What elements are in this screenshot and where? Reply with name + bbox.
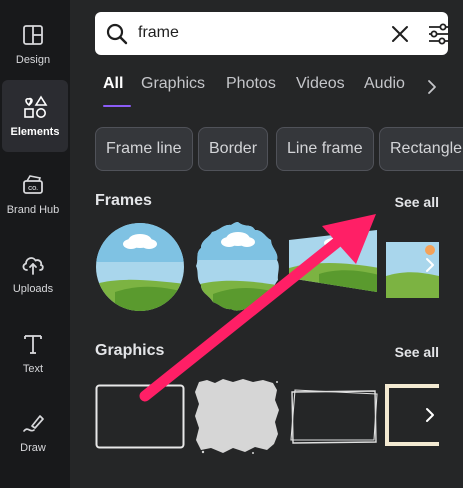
frames-section-title: Frames bbox=[95, 192, 152, 209]
search-icon bbox=[105, 22, 129, 46]
left-rail: Design Elements CO. Brand Hub Uploads Te… bbox=[0, 0, 70, 488]
text-icon bbox=[20, 331, 46, 357]
frames-scroll-right[interactable] bbox=[417, 254, 439, 280]
tab-photos[interactable]: Photos bbox=[226, 75, 276, 93]
frames-row bbox=[95, 222, 439, 312]
frame-scalloped-thumb[interactable] bbox=[193, 222, 283, 312]
tab-graphics[interactable]: Graphics bbox=[141, 75, 205, 93]
chevron-right-icon bbox=[424, 406, 436, 429]
tab-bar: All Graphics Photos Videos Audio bbox=[103, 75, 443, 99]
frame-circle-thumb[interactable] bbox=[95, 222, 185, 312]
chip-frame-line[interactable]: Frame line bbox=[95, 127, 193, 171]
rail-item-label: Uploads bbox=[12, 283, 54, 295]
rail-item-label: Brand Hub bbox=[6, 204, 60, 216]
chip-rectangle[interactable]: Rectangle bbox=[379, 127, 463, 171]
sketch-frame-graphic[interactable] bbox=[289, 388, 379, 446]
search-input[interactable] bbox=[138, 20, 358, 46]
close-icon[interactable] bbox=[391, 25, 409, 43]
rail-item-label: Text bbox=[22, 363, 44, 375]
rail-item-text[interactable]: Text bbox=[0, 317, 66, 389]
graphics-row bbox=[95, 378, 439, 458]
svg-text:CO.: CO. bbox=[28, 186, 38, 192]
rail-item-label: Elements bbox=[10, 126, 60, 138]
filter-sliders-icon[interactable] bbox=[428, 23, 450, 45]
rail-item-draw[interactable]: Draw bbox=[0, 396, 66, 468]
frames-see-all-link[interactable]: See all bbox=[395, 194, 439, 210]
chip-border[interactable]: Border bbox=[198, 127, 269, 171]
elements-panel: All Graphics Photos Videos Audio Frame l… bbox=[70, 0, 463, 488]
rectangle-outline-graphic[interactable] bbox=[95, 384, 185, 450]
chevron-right-icon bbox=[424, 256, 436, 279]
grunge-rectangle-graphic[interactable] bbox=[193, 378, 281, 456]
layout-icon bbox=[20, 22, 46, 48]
search-bar bbox=[95, 12, 450, 55]
rail-item-label: Design bbox=[15, 54, 51, 66]
graphics-scroll-right[interactable] bbox=[417, 404, 439, 430]
tab-audio[interactable]: Audio bbox=[364, 75, 405, 93]
rail-item-label: Draw bbox=[20, 442, 46, 454]
tab-videos[interactable]: Videos bbox=[296, 75, 345, 93]
tab-all[interactable]: All bbox=[103, 75, 123, 93]
active-tab-indicator bbox=[103, 105, 131, 107]
rail-item-brand-hub[interactable]: CO. Brand Hub bbox=[0, 158, 66, 230]
brand-hub-icon: CO. bbox=[20, 172, 46, 198]
rail-item-elements[interactable]: Elements bbox=[2, 80, 68, 152]
graphics-see-all-link[interactable]: See all bbox=[395, 344, 439, 360]
rail-item-design[interactable]: Design bbox=[0, 8, 66, 80]
suggestion-chips: Frame line Border Line frame Rectangle bbox=[95, 127, 463, 171]
frame-skewed-thumb[interactable] bbox=[289, 230, 379, 306]
upload-cloud-icon bbox=[20, 251, 46, 277]
chip-line-frame[interactable]: Line frame bbox=[276, 127, 374, 171]
rail-item-uploads[interactable]: Uploads bbox=[0, 237, 66, 309]
graphics-section-title: Graphics bbox=[95, 342, 165, 359]
shapes-icon bbox=[22, 94, 48, 120]
chevron-right-icon[interactable] bbox=[426, 78, 438, 96]
draw-icon bbox=[20, 410, 46, 436]
